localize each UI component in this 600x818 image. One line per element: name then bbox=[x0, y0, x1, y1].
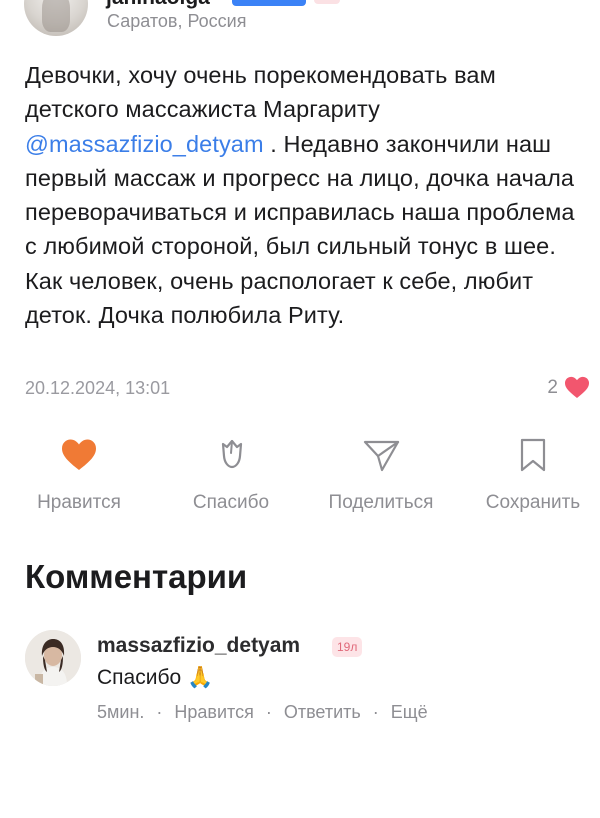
separator-dot: · bbox=[156, 702, 163, 722]
commenter-username[interactable]: massazfizio_detyam bbox=[97, 634, 300, 658]
post-mention-link[interactable]: @massazfizio_detyam bbox=[25, 131, 264, 157]
comments-heading: Комментарии bbox=[25, 558, 248, 595]
author-avatar[interactable] bbox=[24, 0, 88, 36]
post-date: 20.12.2024, 13:01 bbox=[25, 378, 171, 398]
comment-like-button[interactable]: Нравится bbox=[174, 702, 253, 723]
commenter-avatar[interactable] bbox=[25, 630, 81, 686]
save-label: Сохранить bbox=[485, 492, 581, 513]
comment-meta: 5мин. · Нравится · Ответить · Ещё bbox=[97, 702, 428, 723]
post-text: Девочки, хочу очень порекомендовать вам … bbox=[25, 58, 580, 332]
post-actions: Нравится Спасибо Поделиться Сохранить bbox=[0, 432, 600, 522]
like-button[interactable]: Нравится bbox=[4, 432, 154, 514]
save-button[interactable]: Сохранить bbox=[458, 432, 600, 514]
heart-icon bbox=[564, 376, 590, 398]
comment-more-button[interactable]: Ещё bbox=[391, 702, 428, 723]
author-location: Саратов, Россия bbox=[107, 11, 247, 31]
author-age-badge bbox=[314, 0, 340, 4]
bookmark-icon bbox=[520, 438, 546, 472]
heart-icon bbox=[62, 439, 96, 470]
person-photo-icon bbox=[25, 630, 81, 686]
paper-plane-icon bbox=[363, 440, 400, 472]
thanks-label: Спасибо bbox=[192, 492, 270, 513]
post-text-part: . Недавно закончили наш первый массаж и … bbox=[25, 130, 575, 329]
tulip-icon bbox=[221, 439, 243, 469]
post-author-header: janinaolga Саратов, Россия bbox=[0, 0, 600, 40]
separator-dot: · bbox=[372, 702, 379, 722]
thanks-button[interactable]: Спасибо bbox=[156, 432, 306, 514]
share-label: Поделиться bbox=[328, 492, 434, 513]
comment-reply-button[interactable]: Ответить bbox=[284, 702, 361, 723]
likes-count: 2 bbox=[547, 376, 558, 398]
author-badge bbox=[232, 0, 306, 6]
share-button[interactable]: Поделиться bbox=[306, 432, 456, 514]
comment-text: Спасибо 🙏 bbox=[97, 666, 214, 689]
author-name[interactable]: janinaolga bbox=[106, 0, 210, 10]
post-text-part: Девочки, хочу очень порекомендовать вам … bbox=[25, 62, 496, 123]
post-meta: 20.12.2024, 13:01 2 bbox=[25, 374, 590, 404]
separator-dot: · bbox=[265, 702, 272, 722]
comment-time: 5мин. bbox=[97, 702, 145, 722]
like-label: Нравится bbox=[37, 492, 121, 513]
commenter-age-badge: 19л bbox=[332, 637, 363, 657]
post-likes[interactable]: 2 bbox=[547, 376, 590, 399]
